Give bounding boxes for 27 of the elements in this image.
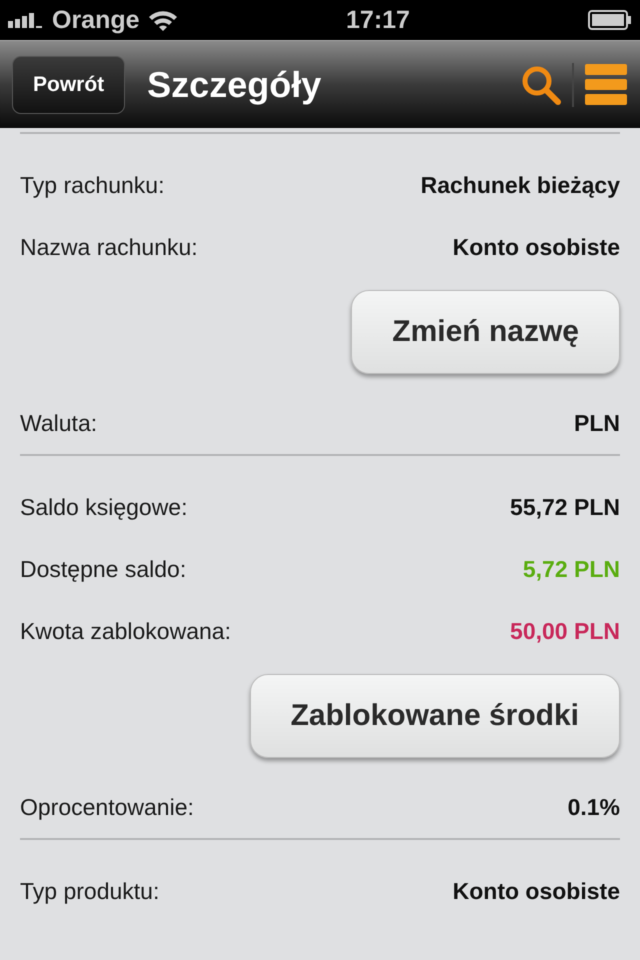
field-label: Oprocentowanie: — [20, 794, 194, 820]
field-label: Waluta: — [20, 410, 98, 436]
menu-icon[interactable] — [584, 62, 628, 106]
field-label: Typ produktu: — [20, 878, 160, 904]
carrier-name: Orange — [52, 6, 140, 34]
page-title: Szczegóły — [147, 64, 322, 106]
wifi-icon — [148, 9, 178, 31]
field-label: Typ rachunku: — [20, 172, 164, 198]
field-label: Dostępne saldo: — [20, 556, 186, 582]
field-value: 5,72 PLN — [522, 556, 620, 582]
search-icon[interactable] — [520, 64, 562, 106]
field-value: 55,72 PLN — [510, 494, 620, 520]
field-value: PLN — [574, 410, 620, 436]
battery-icon — [588, 10, 632, 30]
signal-icon — [8, 12, 44, 28]
field-label: Nazwa rachunku: — [20, 234, 198, 260]
field-value: Rachunek bieżący — [420, 172, 620, 198]
field-value: Konto osobiste — [452, 234, 620, 260]
field-value: Konto osobiste — [452, 878, 620, 904]
status-time: 17:17 — [346, 6, 410, 34]
back-button[interactable]: Powrót — [12, 56, 126, 114]
action-button[interactable]: Zmień nazwę — [351, 290, 620, 374]
field-value: 50,00 PLN — [510, 618, 620, 644]
field-value: 0.1% — [568, 794, 620, 820]
field-label: Kwota zablokowana: — [20, 618, 231, 644]
field-label: Saldo księgowe: — [20, 494, 188, 520]
action-button[interactable]: Zablokowane środki — [250, 674, 620, 758]
